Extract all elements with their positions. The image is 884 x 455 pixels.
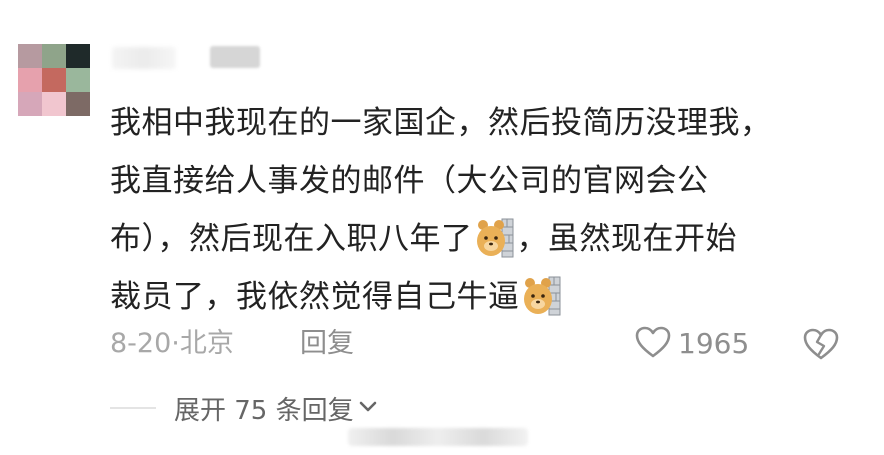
meta-separator: · bbox=[171, 328, 180, 359]
avatar-tile bbox=[18, 44, 42, 68]
comment-meta: 8-20·北京 bbox=[110, 326, 234, 362]
avatar-tile bbox=[42, 44, 66, 68]
watermark-blurred bbox=[348, 428, 528, 446]
expand-divider bbox=[110, 407, 156, 409]
dislike-button[interactable] bbox=[802, 326, 840, 362]
avatar-tile bbox=[66, 92, 90, 116]
user-badge-blurred bbox=[210, 46, 260, 68]
comment-date: 8-20 bbox=[110, 328, 172, 359]
comment-line: 裁员了，我依然觉得自己牛逼 bbox=[110, 268, 830, 326]
broken-heart-icon bbox=[802, 328, 840, 365]
username-blurred[interactable] bbox=[112, 47, 176, 69]
avatar-tile bbox=[18, 68, 42, 92]
avatar-tile bbox=[18, 92, 42, 116]
comment-line: 我相中我现在的一家国企，然后投简历没理我， bbox=[110, 105, 772, 141]
chevron-down-icon bbox=[354, 399, 378, 418]
avatar-tile bbox=[42, 68, 66, 92]
heart-icon bbox=[634, 325, 672, 363]
avatar[interactable] bbox=[18, 44, 90, 116]
like-button[interactable]: 1965 bbox=[634, 326, 749, 362]
avatar-tile bbox=[66, 68, 90, 92]
avatar-tile bbox=[66, 44, 90, 68]
expand-replies-label: 展开 75 条回复 bbox=[174, 395, 354, 426]
comment-text: 我相中我现在的一家国企，然后投简历没理我， 我直接给人事发的邮件（大公司的官网会… bbox=[110, 94, 830, 326]
comment-line: 布），然后现在入职八年了 ，虽然现在开始 bbox=[110, 210, 830, 268]
bear-wall-emoji-icon bbox=[475, 217, 515, 259]
reply-button[interactable]: 回复 bbox=[300, 326, 354, 362]
expand-replies-button[interactable]: 展开 75 条回复 bbox=[110, 390, 378, 426]
avatar-tile bbox=[42, 92, 66, 116]
like-count: 1965 bbox=[678, 327, 750, 360]
bear-wall-emoji-icon bbox=[522, 275, 562, 317]
comment-location: 北京 bbox=[179, 328, 234, 359]
comment-line: 我直接给人事发的邮件（大公司的官网会公 bbox=[110, 163, 709, 199]
